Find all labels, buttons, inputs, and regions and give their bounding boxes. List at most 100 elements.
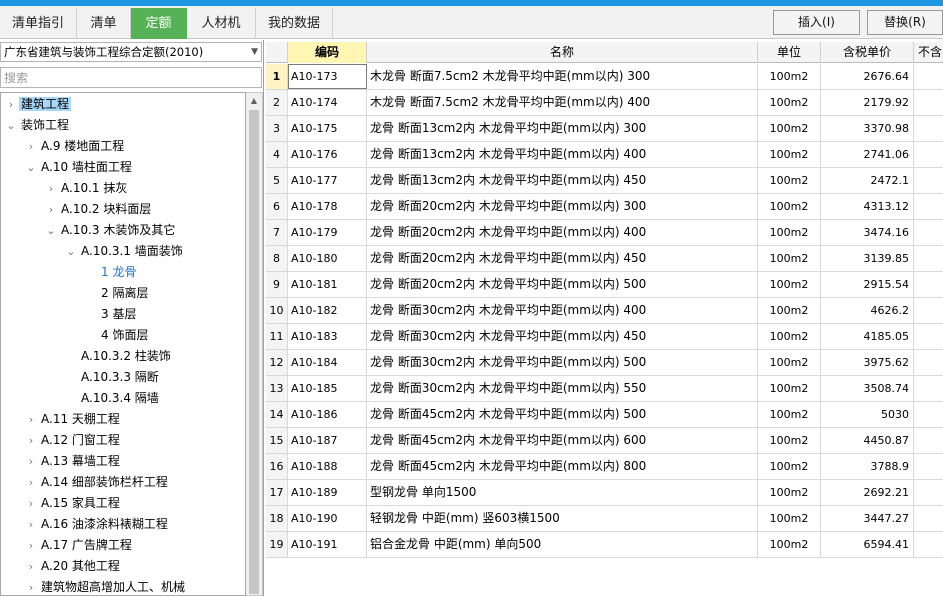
price-cell[interactable]: 4185.05 bbox=[821, 324, 914, 349]
chevron-right-icon[interactable]: › bbox=[23, 535, 39, 556]
name-cell[interactable]: 龙骨 断面20cm2内 木龙骨平均中距(mm以内) 500 bbox=[367, 272, 758, 297]
tree-node[interactable]: › A.17 广告牌工程 bbox=[23, 535, 134, 556]
price-no-tax-cell[interactable] bbox=[914, 532, 943, 557]
price-cell[interactable]: 2692.21 bbox=[821, 480, 914, 505]
table-row[interactable]: 17 A10-189 型钢龙骨 单向1500 100m2 2692.21 bbox=[266, 480, 943, 506]
name-cell[interactable]: 龙骨 断面45cm2内 木龙骨平均中距(mm以内) 800 bbox=[367, 454, 758, 479]
tree-node[interactable]: 3 基层 bbox=[83, 304, 138, 325]
name-cell[interactable]: 铝合金龙骨 中距(mm) 单向500 bbox=[367, 532, 758, 557]
tree-node[interactable]: › A.11 天棚工程 bbox=[23, 409, 122, 430]
price-no-tax-cell[interactable] bbox=[914, 402, 943, 427]
name-cell[interactable]: 龙骨 断面30cm2内 木龙骨平均中距(mm以内) 450 bbox=[367, 324, 758, 349]
price-no-tax-cell[interactable] bbox=[914, 168, 943, 193]
tab-my-data[interactable]: 我的数据 bbox=[256, 8, 333, 39]
scroll-up-icon[interactable]: ▲ bbox=[246, 93, 262, 109]
chevron-right-icon[interactable]: › bbox=[23, 472, 39, 493]
chevron-right-icon[interactable]: › bbox=[43, 199, 59, 220]
unit-cell[interactable]: 100m2 bbox=[758, 402, 821, 427]
tree-node[interactable]: ⌄ A.10 墙柱面工程 bbox=[23, 157, 134, 178]
code-cell[interactable]: A10-174 bbox=[288, 90, 367, 115]
unit-cell[interactable]: 100m2 bbox=[758, 142, 821, 167]
price-cell[interactable]: 4313.12 bbox=[821, 194, 914, 219]
table-row[interactable]: 13 A10-185 龙骨 断面30cm2内 木龙骨平均中距(mm以内) 550 10… bbox=[266, 376, 943, 402]
unit-cell[interactable]: 100m2 bbox=[758, 506, 821, 531]
scrollbar-thumb[interactable] bbox=[249, 110, 259, 594]
unit-cell[interactable]: 100m2 bbox=[758, 194, 821, 219]
tree-node[interactable]: 1 龙骨 bbox=[83, 262, 138, 283]
unit-cell[interactable]: 100m2 bbox=[758, 246, 821, 271]
table-row[interactable]: 5 A10-177 龙骨 断面13cm2内 木龙骨平均中距(mm以内) 450 100… bbox=[266, 168, 943, 194]
name-cell[interactable]: 龙骨 断面13cm2内 木龙骨平均中距(mm以内) 300 bbox=[367, 116, 758, 141]
price-no-tax-cell[interactable] bbox=[914, 428, 943, 453]
table-row[interactable]: 16 A10-188 龙骨 断面45cm2内 木龙骨平均中距(mm以内) 800 10… bbox=[266, 454, 943, 480]
code-cell[interactable]: A10-181 bbox=[288, 272, 367, 297]
tree-node[interactable]: ⌄ A.10.3 木装饰及其它 bbox=[43, 220, 177, 241]
unit-cell[interactable]: 100m2 bbox=[758, 298, 821, 323]
name-cell[interactable]: 龙骨 断面30cm2内 木龙骨平均中距(mm以内) 400 bbox=[367, 298, 758, 323]
tree-node[interactable]: › A.20 其他工程 bbox=[23, 556, 122, 577]
chevron-right-icon[interactable]: › bbox=[3, 94, 19, 115]
unit-cell[interactable]: 100m2 bbox=[758, 480, 821, 505]
unit-cell[interactable]: 100m2 bbox=[758, 376, 821, 401]
unit-cell[interactable]: 100m2 bbox=[758, 220, 821, 245]
code-cell[interactable]: A10-182 bbox=[288, 298, 367, 323]
tree-node[interactable]: › A.9 楼地面工程 bbox=[23, 136, 126, 157]
unit-cell[interactable]: 100m2 bbox=[758, 350, 821, 375]
unit-cell[interactable]: 100m2 bbox=[758, 168, 821, 193]
chevron-right-icon[interactable]: › bbox=[23, 556, 39, 577]
price-cell[interactable]: 2179.92 bbox=[821, 90, 914, 115]
table-row[interactable]: 3 A10-175 龙骨 断面13cm2内 木龙骨平均中距(mm以内) 300 100… bbox=[266, 116, 943, 142]
name-cell[interactable]: 轻钢龙骨 中距(mm) 竖603横1500 bbox=[367, 506, 758, 531]
table-row[interactable]: 8 A10-180 龙骨 断面20cm2内 木龙骨平均中距(mm以内) 450 100… bbox=[266, 246, 943, 272]
price-cell[interactable]: 6594.41 bbox=[821, 532, 914, 557]
chevron-right-icon[interactable]: › bbox=[43, 178, 59, 199]
column-header-code[interactable]: 编码 bbox=[288, 42, 367, 63]
chevron-right-icon[interactable]: › bbox=[23, 514, 39, 535]
code-cell[interactable]: A10-179 bbox=[288, 220, 367, 245]
price-no-tax-cell[interactable] bbox=[914, 246, 943, 271]
name-cell[interactable]: 龙骨 断面13cm2内 木龙骨平均中距(mm以内) 450 bbox=[367, 168, 758, 193]
code-cell[interactable]: A10-191 bbox=[288, 532, 367, 557]
table-row[interactable]: 14 A10-186 龙骨 断面45cm2内 木龙骨平均中距(mm以内) 500 10… bbox=[266, 402, 943, 428]
insert-button[interactable]: 插入(I) bbox=[773, 10, 860, 35]
code-cell[interactable]: A10-180 bbox=[288, 246, 367, 271]
price-no-tax-cell[interactable] bbox=[914, 272, 943, 297]
tree-node[interactable]: › A.10.1 抹灰 bbox=[43, 178, 129, 199]
name-cell[interactable]: 龙骨 断面45cm2内 木龙骨平均中距(mm以内) 600 bbox=[367, 428, 758, 453]
chevron-right-icon[interactable]: › bbox=[23, 451, 39, 472]
price-cell[interactable]: 3975.62 bbox=[821, 350, 914, 375]
price-no-tax-cell[interactable] bbox=[914, 142, 943, 167]
code-cell[interactable]: A10-188 bbox=[288, 454, 367, 479]
tree-node[interactable]: › 建筑工程 bbox=[3, 94, 72, 115]
tab-quota[interactable]: 定额 bbox=[131, 8, 187, 39]
column-header-unit[interactable]: 单位 bbox=[758, 42, 821, 63]
table-row[interactable]: 19 A10-191 铝合金龙骨 中距(mm) 单向500 100m2 6594.41 bbox=[266, 532, 943, 558]
unit-cell[interactable]: 100m2 bbox=[758, 324, 821, 349]
search-input[interactable] bbox=[0, 67, 262, 88]
unit-cell[interactable]: 100m2 bbox=[758, 90, 821, 115]
code-cell[interactable]: A10-189 bbox=[288, 480, 367, 505]
price-cell[interactable]: 3508.74 bbox=[821, 376, 914, 401]
table-row[interactable]: 10 A10-182 龙骨 断面30cm2内 木龙骨平均中距(mm以内) 400 10… bbox=[266, 298, 943, 324]
price-cell[interactable]: 4626.2 bbox=[821, 298, 914, 323]
tree-node[interactable]: › A.10.2 块料面层 bbox=[43, 199, 153, 220]
code-cell[interactable]: A10-173 bbox=[288, 64, 367, 89]
price-no-tax-cell[interactable] bbox=[914, 376, 943, 401]
tab-list-guide[interactable]: 清单指引 bbox=[0, 8, 77, 39]
code-cell[interactable]: A10-175 bbox=[288, 116, 367, 141]
price-no-tax-cell[interactable] bbox=[914, 64, 943, 89]
price-no-tax-cell[interactable] bbox=[914, 454, 943, 479]
price-cell[interactable]: 3370.98 bbox=[821, 116, 914, 141]
code-cell[interactable]: A10-177 bbox=[288, 168, 367, 193]
name-cell[interactable]: 龙骨 断面20cm2内 木龙骨平均中距(mm以内) 300 bbox=[367, 194, 758, 219]
price-no-tax-cell[interactable] bbox=[914, 506, 943, 531]
price-no-tax-cell[interactable] bbox=[914, 194, 943, 219]
price-no-tax-cell[interactable] bbox=[914, 350, 943, 375]
tree-node[interactable]: A.10.3.2 柱装饰 bbox=[63, 346, 173, 367]
tree-node[interactable]: 4 饰面层 bbox=[83, 325, 150, 346]
name-cell[interactable]: 龙骨 断面30cm2内 木龙骨平均中距(mm以内) 500 bbox=[367, 350, 758, 375]
price-no-tax-cell[interactable] bbox=[914, 480, 943, 505]
chevron-down-icon[interactable]: ⌄ bbox=[63, 241, 79, 262]
tree-node[interactable]: › A.15 家具工程 bbox=[23, 493, 122, 514]
chevron-down-icon[interactable]: ⌄ bbox=[3, 115, 19, 136]
